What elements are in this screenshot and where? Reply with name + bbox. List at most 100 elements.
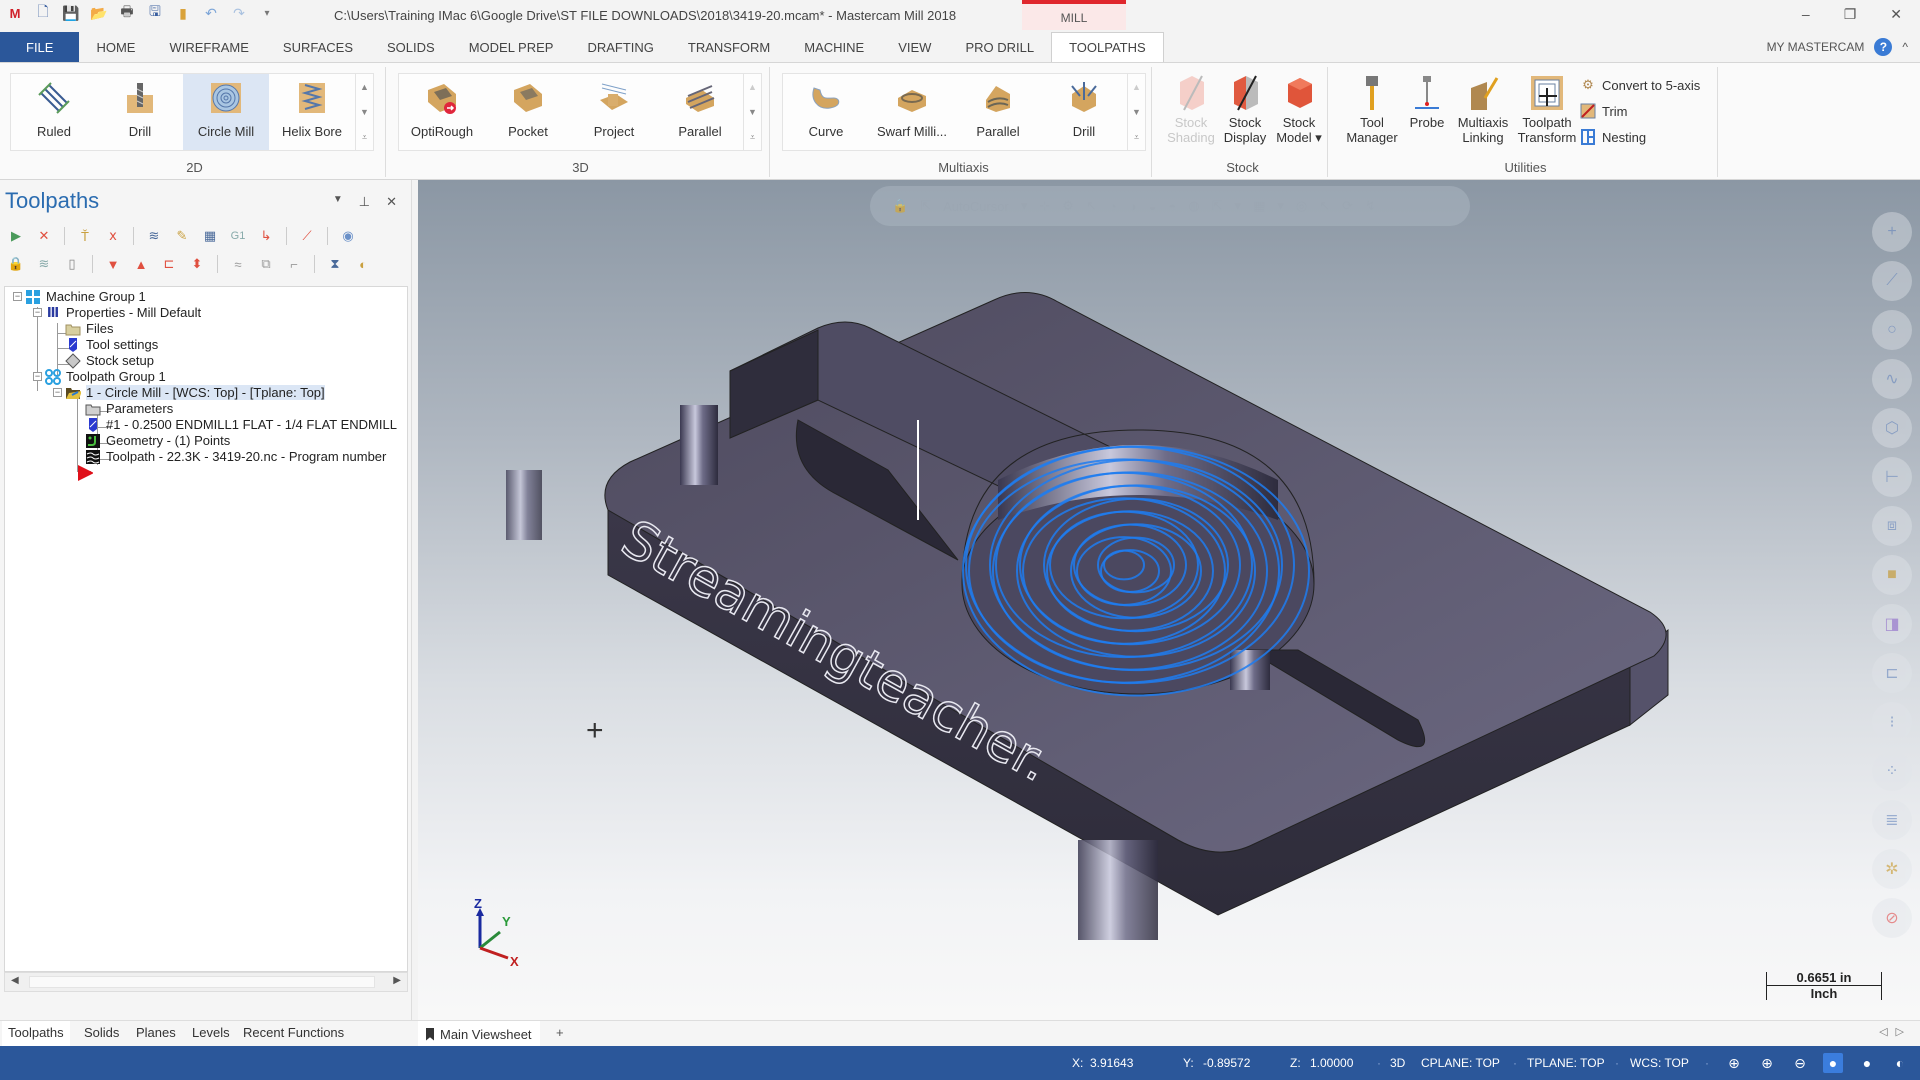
regenerate-all-icon[interactable]: ≋: [144, 226, 164, 246]
backplot-icon[interactable]: ✎: [172, 226, 192, 246]
circle-mill-button[interactable]: Circle Mill: [183, 74, 269, 150]
selection-mode-icon[interactable]: ⇱: [1212, 198, 1223, 214]
hidden-line-view-icon[interactable]: ⊕: [1757, 1053, 1777, 1073]
panel-tab-recent-functions[interactable]: Recent Functions: [243, 1025, 344, 1040]
probe-button[interactable]: Probe: [1402, 73, 1452, 130]
lock-icon[interactable]: 🔒: [6, 254, 26, 274]
autocursor-dropdown-icon[interactable]: ▾: [1021, 198, 1028, 214]
select-window-icon[interactable]: ◑: [1129, 199, 1137, 214]
group-icon[interactable]: ⧉: [256, 254, 276, 274]
drill-multiaxis-button[interactable]: Drill: [1041, 74, 1127, 150]
collapse-toggle[interactable]: −: [33, 372, 42, 381]
swarf-milling-button[interactable]: Swarf Milli...: [869, 74, 955, 150]
select-meshes-icon[interactable]: ◨: [1872, 604, 1912, 644]
verify-icon[interactable]: ▦: [200, 226, 220, 246]
select-chain-icon[interactable]: ◔: [1109, 199, 1117, 214]
helix-bore-button[interactable]: Helix Bore: [269, 74, 355, 150]
simulate-icon[interactable]: ↳: [256, 226, 276, 246]
select-surfaces-icon[interactable]: ⬡: [1872, 408, 1912, 448]
select-arcs-icon[interactable]: ○: [1872, 310, 1912, 350]
cplane-selector[interactable]: CPLANE: TOP: [1421, 1056, 1500, 1070]
open-icon[interactable]: 📂: [90, 4, 108, 22]
drill-2d-button[interactable]: Drill: [97, 74, 183, 150]
select-dimensions-icon[interactable]: ⊢: [1872, 457, 1912, 497]
translucency-icon[interactable]: ◐: [1890, 1053, 1910, 1073]
gallery-2d-scroll[interactable]: ▲ ▼ ⩡: [355, 74, 373, 150]
collapse-toggle[interactable]: −: [13, 292, 22, 301]
select-polygon-icon[interactable]: ◒: [1149, 199, 1157, 214]
multiaxis-linking-button[interactable]: Multiaxis Linking: [1452, 73, 1514, 145]
post-g1-icon[interactable]: G1: [228, 226, 248, 246]
verify-select-icon[interactable]: ◎: [1296, 198, 1307, 214]
customize-icon[interactable]: ▾: [258, 4, 276, 22]
panel-pin-icon[interactable]: ⊥: [359, 194, 370, 210]
select-splines-icon[interactable]: ∿: [1872, 359, 1912, 399]
tool-manager-button[interactable]: Tool Manager: [1342, 73, 1402, 145]
select-icon[interactable]: ↖: [1086, 198, 1097, 214]
collapse-toggle[interactable]: −: [53, 388, 62, 397]
insert-arrow-icon[interactable]: ⊏: [159, 254, 179, 274]
selection-mode-dropdown-icon[interactable]: ▾: [1235, 198, 1242, 214]
curve-button[interactable]: Curve: [783, 74, 869, 150]
gallery-multiaxis-scroll[interactable]: ▲ ▼ ⩡: [1127, 74, 1145, 150]
select-all-operations-icon[interactable]: ▶: [6, 226, 26, 246]
clear-icon[interactable]: ↯: [1365, 198, 1376, 214]
select-groups-icon[interactable]: ⊏: [1872, 653, 1912, 693]
tab-home[interactable]: HOME: [79, 32, 152, 62]
save-icon[interactable]: 💾: [62, 4, 80, 22]
move-down-icon[interactable]: ▼: [103, 254, 123, 274]
new-file-icon[interactable]: 🗋: [34, 3, 52, 22]
part-3d-model[interactable]: Streamingteacher.: [418, 180, 1920, 1020]
my-mastercam-link[interactable]: MY MASTERCAM: [1767, 40, 1865, 54]
shaded-view-icon[interactable]: ●: [1823, 1053, 1843, 1073]
tab-machine[interactable]: MACHINE: [787, 32, 881, 62]
mode-3d-toggle[interactable]: 3D: [1390, 1056, 1405, 1070]
tab-transform[interactable]: TRANSFORM: [671, 32, 787, 62]
tab-toolpaths[interactable]: TOOLPATHS: [1051, 32, 1164, 62]
stock-display-button[interactable]: Stock Display: [1218, 73, 1272, 145]
autocursor-label[interactable]: AutoCursor: [943, 199, 1009, 214]
panel-dropdown-icon[interactable]: ▼: [333, 194, 343, 210]
select-last-icon[interactable]: ↖: [1319, 198, 1330, 214]
toolpath-transform-button[interactable]: Toolpath Transform: [1514, 73, 1580, 145]
pocket-button[interactable]: Pocket: [485, 74, 571, 150]
graphics-viewport[interactable]: Streamingteacher. 🔒 ⇱ AutoCursor ▾ ⊹ ⚙ ↖…: [418, 180, 1920, 1020]
tool-offset-icon[interactable]: ⌐: [284, 254, 304, 274]
folder-icon[interactable]: ▮: [174, 4, 192, 22]
trim-button[interactable]: Trim: [1580, 103, 1628, 119]
shaded-no-edges-icon[interactable]: ●: [1857, 1053, 1877, 1073]
app-logo-icon[interactable]: M: [6, 4, 24, 22]
toggle-post-icon[interactable]: ▯: [62, 254, 82, 274]
tab-wireframe[interactable]: WIREFRAME: [152, 32, 265, 62]
tab-solids[interactable]: SOLIDS: [370, 32, 452, 62]
viewsheet-tab-main[interactable]: Main Viewsheet: [418, 1021, 540, 1047]
tree-horizontal-scrollbar[interactable]: ◀ ▶: [4, 972, 408, 992]
panel-tab-toolpaths[interactable]: Toolpaths: [2, 1021, 70, 1047]
tab-model-prep[interactable]: MODEL PREP: [452, 32, 571, 62]
nesting-button[interactable]: Nesting: [1580, 129, 1646, 145]
collapse-toggle[interactable]: −: [33, 308, 42, 317]
coordinate-entry-icon[interactable]: ⊹: [1039, 198, 1050, 214]
undo-icon[interactable]: ↶: [202, 4, 220, 22]
select-solids-icon[interactable]: ◍: [1188, 198, 1199, 214]
select-attributes-icon[interactable]: ✲: [1872, 849, 1912, 889]
scroll-left-icon[interactable]: ◀: [11, 975, 19, 986]
panel-tab-planes[interactable]: Planes: [136, 1025, 176, 1040]
toggle-display-icon[interactable]: ≋: [34, 254, 54, 274]
tplane-selector[interactable]: TPLANE: TOP: [1527, 1056, 1605, 1070]
shaded-edges-view-icon[interactable]: ⊖: [1790, 1053, 1810, 1073]
collapse-ribbon-icon[interactable]: ^: [1902, 40, 1908, 54]
select-solids-icon[interactable]: ■: [1872, 555, 1912, 595]
redo-icon[interactable]: ↷: [230, 4, 248, 22]
window-select-dropdown-icon[interactable]: ▾: [1277, 198, 1284, 214]
select-points-icon[interactable]: +: [1872, 212, 1912, 252]
select-chain-icon[interactable]: ≈: [228, 254, 248, 274]
parallel-3d-button[interactable]: Parallel: [657, 74, 743, 150]
stock-shading-button[interactable]: Stock Shading: [1164, 73, 1218, 145]
help-icon[interactable]: ?: [1874, 38, 1893, 56]
clear-mask-icon[interactable]: ⊘: [1872, 898, 1912, 938]
z-coordinate-value[interactable]: 1.00000: [1310, 1056, 1353, 1070]
x-coordinate-value[interactable]: 3.91643: [1090, 1056, 1133, 1070]
gallery-3d-scroll[interactable]: ▲ ▼ ⩡: [743, 74, 761, 150]
tab-pro-drill[interactable]: PRO DRILL: [948, 32, 1051, 62]
